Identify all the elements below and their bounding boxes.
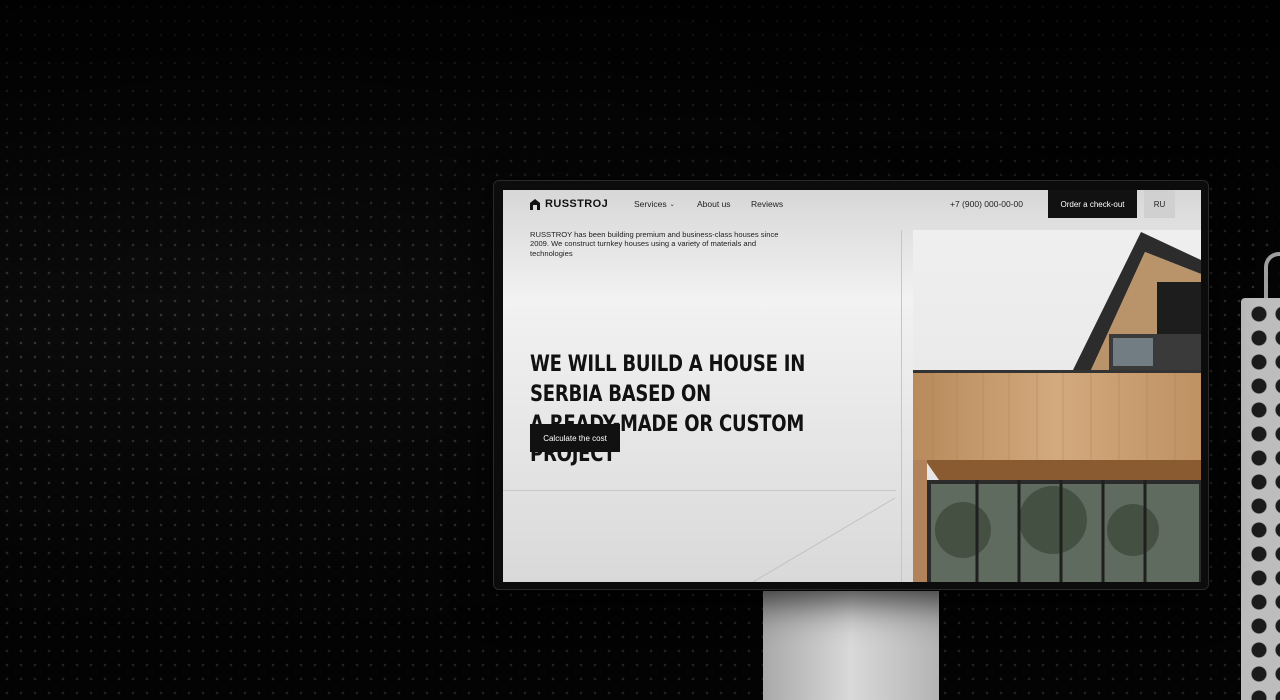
language-switch[interactable]: RU — [1144, 190, 1175, 218]
nav-services[interactable]: Services ⌄ — [634, 199, 675, 209]
calculate-cost-button[interactable]: Calculate the cost — [530, 424, 620, 452]
site-logo[interactable]: RUSSTROJ — [530, 198, 608, 210]
mac-pro-tower — [1241, 298, 1280, 700]
site-header: RUSSTROJ Services ⌄ About us Reviews +7 … — [503, 190, 1201, 218]
headline-line-1: WE WILL BUILD A HOUSE IN SERBIA BASED ON — [530, 352, 806, 407]
house-photo — [913, 230, 1201, 582]
decorative-line — [752, 497, 896, 582]
logo-text: RUSSTROJ — [545, 198, 609, 210]
monitor: RUSSTROJ Services ⌄ About us Reviews +7 … — [493, 180, 1209, 590]
nav-about-label: About us — [697, 199, 731, 209]
hero-intro-text: RUSSTROY has been building premium and b… — [530, 230, 779, 258]
website-screen: RUSSTROJ Services ⌄ About us Reviews +7 … — [503, 190, 1201, 582]
nav-reviews[interactable]: Reviews — [751, 199, 783, 209]
order-checkout-button[interactable]: Order a check-out — [1048, 190, 1137, 218]
nav-services-label: Services — [634, 199, 667, 209]
nav-about[interactable]: About us — [697, 199, 731, 209]
tower-handle — [1264, 252, 1280, 302]
hero-headline: WE WILL BUILD A HOUSE IN SERBIA BASED ON… — [530, 350, 842, 470]
phone-link[interactable]: +7 (900) 000-00-00 — [950, 199, 1023, 209]
chevron-down-icon: ⌄ — [669, 201, 675, 208]
monitor-stand — [763, 591, 939, 700]
logo-house-icon — [530, 198, 540, 210]
nav-reviews-label: Reviews — [751, 199, 784, 209]
